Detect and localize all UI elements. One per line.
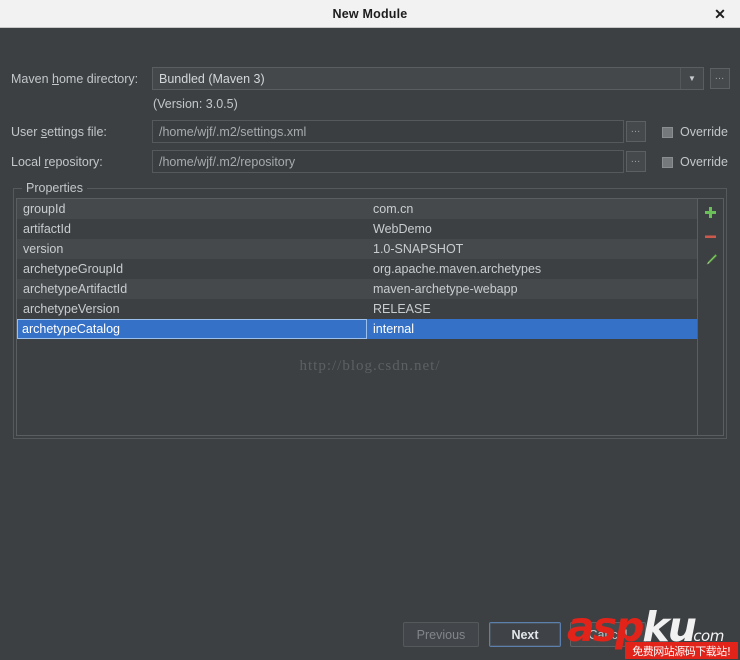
properties-toolbar — [698, 198, 724, 436]
table-row[interactable]: version 1.0-SNAPSHOT — [17, 239, 697, 259]
local-repository-override-checkbox[interactable]: Override — [662, 155, 728, 169]
user-settings-input[interactable]: /home/wjf/.m2/settings.xml — [152, 120, 624, 143]
table-row[interactable]: archetypeCatalog internal — [17, 319, 697, 339]
user-settings-override-label: Override — [680, 125, 728, 139]
maven-home-combobox[interactable]: Bundled (Maven 3) ▼ — [152, 67, 704, 90]
aspku-logo-com: .com — [689, 627, 724, 645]
table-row[interactable]: archetypeGroupId org.apache.maven.archety… — [17, 259, 697, 279]
properties-table-wrap[interactable]: groupId com.cn artifactId WebDemo version 1.0… — [16, 198, 698, 436]
property-value-cell[interactable]: RELEASE — [367, 299, 697, 319]
property-value-cell[interactable]: WebDemo — [367, 219, 697, 239]
maven-version-text: (Version: 3.0.5) — [153, 97, 238, 111]
user-settings-label-row: User settings file: — [11, 121, 107, 143]
next-button[interactable]: Next — [489, 622, 561, 647]
user-settings-browse-button[interactable]: … — [626, 121, 646, 142]
property-key-cell[interactable]: groupId — [17, 199, 367, 219]
checkbox-icon[interactable] — [662, 156, 673, 168]
property-value-cell[interactable]: com.cn — [367, 199, 697, 219]
property-key-cell[interactable]: archetypeArtifactId — [17, 279, 367, 299]
property-value-cell[interactable]: 1.0-SNAPSHOT — [367, 239, 697, 259]
remove-property-icon[interactable] — [701, 227, 721, 245]
local-repository-override-label: Override — [680, 155, 728, 169]
properties-table: groupId com.cn artifactId WebDemo version 1.0… — [17, 199, 697, 339]
edit-property-icon[interactable] — [701, 251, 721, 269]
user-settings-override-checkbox[interactable]: Override — [662, 125, 728, 139]
local-repository-label: Local repository: — [11, 155, 103, 169]
local-repository-browse-button[interactable]: … — [626, 151, 646, 172]
user-settings-label: User settings file: — [11, 125, 107, 139]
local-repository-label-row: Local repository: — [11, 151, 103, 173]
property-key-cell[interactable]: archetypeGroupId — [17, 259, 367, 279]
properties-groupbox: Properties groupId com.cn artifactId WebDem… — [13, 181, 727, 439]
local-repository-input[interactable]: /home/wjf/.m2/repository — [152, 150, 624, 173]
property-key-cell[interactable]: archetypeVersion — [17, 299, 367, 319]
property-key-cell[interactable]: version — [17, 239, 367, 259]
properties-inner: groupId com.cn artifactId WebDemo version 1.0… — [16, 198, 724, 436]
previous-button[interactable]: Previous — [403, 622, 479, 647]
dialog-titlebar: New Module ✕ — [0, 0, 740, 28]
maven-home-label: Maven home directory: — [11, 72, 139, 86]
maven-home-label-row: Maven home directory: — [11, 68, 138, 90]
maven-home-value: Bundled (Maven 3) — [159, 71, 265, 86]
property-value-cell[interactable]: org.apache.maven.archetypes — [367, 259, 697, 279]
table-row[interactable]: artifactId WebDemo — [17, 219, 697, 239]
property-key-cell[interactable]: archetypeCatalog — [17, 319, 367, 339]
property-value-cell[interactable]: internal — [367, 319, 697, 339]
aspku-logo-ku: ku — [642, 603, 696, 651]
close-icon[interactable]: ✕ — [710, 4, 730, 24]
add-property-icon[interactable] — [701, 203, 721, 221]
maven-home-browse-button[interactable]: … — [710, 68, 730, 89]
checkbox-icon[interactable] — [662, 126, 673, 138]
dialog-footer: Previous Next Cancel aspku .com 免费网站源码下载… — [0, 607, 740, 660]
dialog-title: New Module — [332, 6, 408, 21]
dialog-body: Maven home directory: Bundled (Maven 3) … — [0, 28, 740, 660]
property-key-cell[interactable]: artifactId — [17, 219, 367, 239]
table-row[interactable]: archetypeArtifactId maven-archetype-webap… — [17, 279, 697, 299]
table-row[interactable]: groupId com.cn — [17, 199, 697, 219]
cancel-button[interactable]: Cancel — [570, 622, 646, 647]
table-row[interactable]: archetypeVersion RELEASE — [17, 299, 697, 319]
properties-legend: Properties — [22, 181, 87, 195]
property-value-cell[interactable]: maven-archetype-webapp — [367, 279, 697, 299]
chevron-down-icon[interactable]: ▼ — [680, 68, 703, 89]
